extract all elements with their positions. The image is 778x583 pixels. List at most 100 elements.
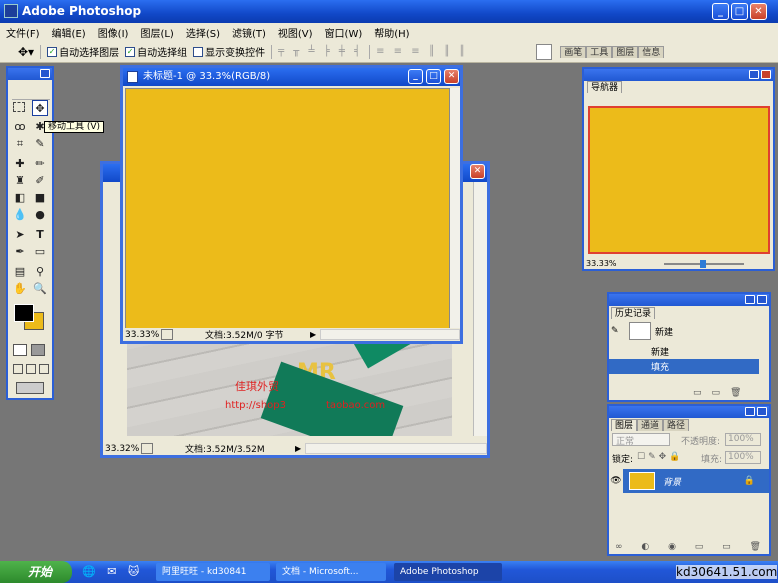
blend-mode-select[interactable]: 正常: [612, 433, 670, 447]
fill-label: 填充:: [701, 455, 723, 465]
brush-tool-icon[interactable]: ✏: [32, 156, 48, 172]
taskbar-item-wangwang[interactable]: 阿里旺旺 - kd30841: [156, 563, 270, 581]
gradient-tool-icon[interactable]: ■: [32, 190, 48, 206]
auto-select-group-checkbox[interactable]: ✓: [125, 46, 136, 57]
menu-file[interactable]: 文件(F): [6, 25, 40, 40]
menu-view[interactable]: 视图(V): [278, 25, 313, 40]
layers-tab[interactable]: 图层: [611, 419, 638, 431]
fill-value[interactable]: 100%: [725, 451, 761, 464]
history-item-fill[interactable]: 填充: [609, 359, 759, 374]
menu-help[interactable]: 帮助(H): [374, 25, 409, 40]
status-arrow-icon[interactable]: ▶: [310, 330, 316, 339]
hand-tool-icon[interactable]: ✋: [12, 281, 28, 297]
layer-thumbnail: [629, 472, 655, 490]
move-tool-tooltip: 移动工具 (V): [44, 121, 105, 133]
navigator-minimize-icon[interactable]: [749, 70, 759, 79]
background-doc-zoom[interactable]: 33.32%: [103, 444, 141, 454]
history-brush-icon[interactable]: ✐: [32, 173, 48, 189]
navigator-zoom-slider[interactable]: [664, 260, 744, 268]
front-doc-maximize-button[interactable]: □: [426, 69, 441, 84]
screen-mode-icons[interactable]: [13, 364, 49, 376]
menu-filter[interactable]: 滤镜(T): [232, 25, 266, 40]
menu-image[interactable]: 图像(I): [98, 25, 129, 40]
minimize-button[interactable]: _: [712, 3, 729, 20]
show-transform-checkbox[interactable]: [193, 46, 204, 57]
start-button[interactable]: 开始: [0, 561, 72, 583]
taskbar-item-document[interactable]: 文档 - Microsoft...: [276, 563, 386, 581]
layer-lock-icon: 🔒: [743, 476, 755, 486]
blur-tool-icon[interactable]: 💧: [12, 207, 28, 223]
history-item-new[interactable]: 新建: [609, 344, 759, 358]
navigator-panel: 导航器 33.33%: [582, 67, 775, 271]
notes-tool-icon[interactable]: ▤: [12, 264, 28, 280]
options-bar: ✥▾ ✓ 自动选择图层 ✓ 自动选择组 显示变换控件 ╤ ╥ ╧ ╞ ╪ ╡ ≡…: [0, 41, 778, 63]
front-doc-hscroll[interactable]: [320, 329, 460, 340]
auto-select-layer-checkbox[interactable]: ✓: [47, 46, 58, 57]
maximize-button[interactable]: □: [731, 3, 748, 20]
healing-brush-icon[interactable]: ✚: [12, 156, 28, 172]
front-doc-canvas[interactable]: [125, 88, 450, 331]
foreground-color-swatch[interactable]: [14, 304, 34, 322]
status-arrow-icon[interactable]: ▶: [295, 444, 301, 453]
shape-tool-icon[interactable]: ▭: [32, 244, 48, 260]
lasso-tool-icon[interactable]: ꝏ: [12, 119, 28, 135]
move-tool-icon[interactable]: ✥: [32, 100, 48, 116]
crop-tool-icon[interactable]: ⌗: [12, 136, 28, 152]
quick-mask-icons[interactable]: [13, 344, 49, 356]
taskbar-item-photoshop[interactable]: Adobe Photoshop: [394, 563, 502, 581]
menu-window[interactable]: 窗口(W): [325, 25, 363, 40]
visibility-eye-icon[interactable]: 👁: [609, 469, 623, 493]
jump-to-imageready-icon[interactable]: [16, 382, 44, 394]
front-doc-minimize-button[interactable]: _: [408, 69, 423, 84]
quick-launch-icons[interactable]: 🌐 ✉ 🐱: [82, 565, 143, 578]
menu-select[interactable]: 选择(S): [186, 25, 220, 40]
opacity-value[interactable]: 100%: [725, 433, 761, 446]
pen-tool-icon[interactable]: ✒: [12, 244, 28, 260]
front-doc-close-button[interactable]: ✕: [444, 69, 459, 84]
front-doc-zoom[interactable]: 33.33%: [123, 330, 161, 340]
feather-logo-icon: [12, 82, 50, 100]
layers-footer-icons[interactable]: ∞ ◐ ◉ ▭ ▭ 🗑: [615, 542, 769, 552]
marquee-tool-icon[interactable]: [13, 102, 25, 112]
menu-layer[interactable]: 图层(L): [140, 25, 173, 40]
paths-tab[interactable]: 路径: [663, 419, 690, 431]
history-tab[interactable]: 历史记录: [611, 307, 656, 319]
palette-tab-layers[interactable]: 图层: [612, 45, 639, 58]
navigator-close-icon[interactable]: [761, 70, 771, 79]
distribute-icons[interactable]: ≡ ≡ ≡ ║ ║ ║: [376, 46, 468, 57]
navigator-tab[interactable]: 导航器: [587, 81, 623, 93]
eyedropper-tool-icon[interactable]: ⚲: [32, 264, 48, 280]
channels-tab[interactable]: 通道: [637, 419, 664, 431]
front-doc-scrollbar[interactable]: [450, 88, 460, 331]
layer-row-background[interactable]: 👁 背景 🔒: [609, 469, 769, 493]
navigator-thumbnail[interactable]: [588, 106, 770, 254]
status-menu-icon[interactable]: [161, 329, 173, 340]
background-doc-close-button[interactable]: ✕: [470, 164, 485, 179]
zoom-tool-icon[interactable]: 🔍: [32, 281, 48, 297]
path-selection-icon[interactable]: ➤: [12, 227, 28, 243]
close-button[interactable]: ✕: [750, 3, 767, 20]
palette-tab-tools[interactable]: 工具: [586, 45, 613, 58]
move-tool-preset-icon[interactable]: ✥▾: [18, 45, 34, 59]
front-doc-title-bar: 未标题-1 @ 33.3%(RGB/8) _ □ ✕: [123, 68, 460, 86]
tools-panel: ✥ ꝏ ✱ ⌗ ✎ ✚ ✏ ♜ ✐ ◧ ■ 💧 ● ➤ T ✒ ▭ ▤ ⚲ ✋ …: [6, 66, 54, 400]
history-snapshot-row[interactable]: ✎ 新建: [609, 321, 769, 341]
lock-icons[interactable]: ☐✎✥🔒: [637, 452, 683, 462]
menu-edit[interactable]: 编辑(E): [52, 25, 86, 40]
background-doc-scrollbar[interactable]: [473, 182, 487, 436]
slice-tool-icon[interactable]: ✎: [32, 136, 48, 152]
navigator-zoom-value[interactable]: 33.33%: [586, 259, 617, 268]
align-icons[interactable]: ╤ ╥ ╧ ╞ ╪ ╡: [278, 46, 363, 57]
type-tool-icon[interactable]: T: [32, 227, 48, 243]
dodge-tool-icon[interactable]: ●: [32, 207, 48, 223]
eraser-tool-icon[interactable]: ◧: [12, 190, 28, 206]
clone-stamp-icon[interactable]: ♜: [12, 173, 28, 189]
front-document-window[interactable]: 未标题-1 @ 33.3%(RGB/8) _ □ ✕ 33.33% 文档:3.5…: [120, 65, 463, 344]
palette-tab-brush[interactable]: 画笔: [560, 45, 587, 58]
workspace-icon[interactable]: [536, 43, 553, 60]
background-doc-hscroll[interactable]: [305, 443, 487, 454]
status-menu-icon[interactable]: [141, 443, 153, 454]
palette-tab-info[interactable]: 信息: [638, 45, 665, 58]
history-footer-icons[interactable]: ▭▭🗑: [693, 388, 751, 398]
history-brush-source-icon[interactable]: ✎: [611, 326, 625, 336]
